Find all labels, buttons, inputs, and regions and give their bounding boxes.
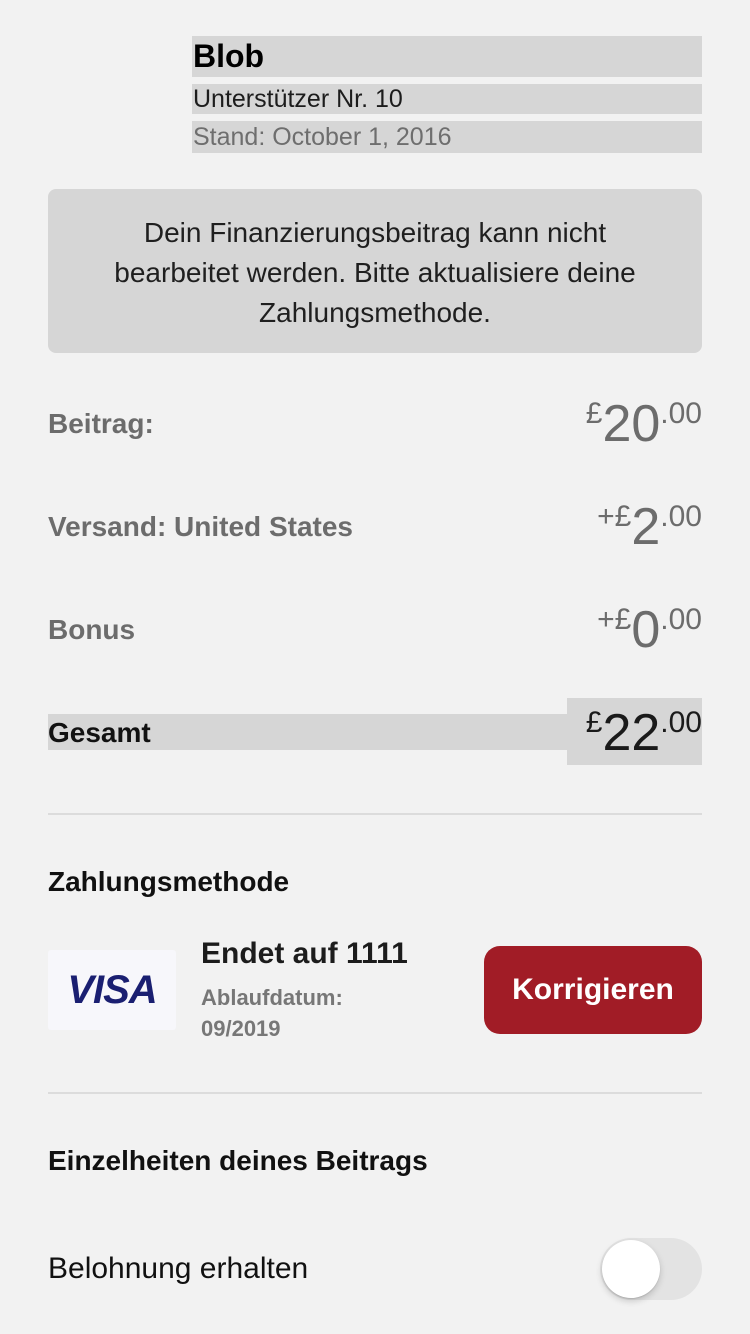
pledge-label: Beitrag: <box>48 408 154 439</box>
card-last-digits: Endet auf 1111 <box>201 937 408 970</box>
expiry-label: Ablaufdatum: <box>201 985 343 1010</box>
alert-message: Dein Finanzierungsbeitrag kann nicht bea… <box>114 217 636 328</box>
expiry-value: 09/2019 <box>201 1016 281 1041</box>
bonus-cents: .00 <box>660 603 702 636</box>
total-amount: £ 22 .00 <box>586 704 702 762</box>
fix-payment-button[interactable]: Korrigieren <box>484 946 702 1034</box>
pledge-currency: £ <box>585 397 603 430</box>
pledge-whole: 20 <box>602 395 661 453</box>
bonus-whole: 0 <box>631 601 661 659</box>
pledge-amount: £ 20 .00 <box>586 395 702 453</box>
bonus-amount: +£ 0 .00 <box>597 601 702 659</box>
reward-toggle-label: Belohnung erhalten <box>48 1252 309 1285</box>
shipping-whole: 2 <box>631 498 661 556</box>
shipping-cents: .00 <box>660 500 702 533</box>
visa-card-logo: VISA <box>48 950 176 1030</box>
bonus-label: Bonus <box>48 614 136 645</box>
shipping-amount: +£ 2 .00 <box>597 498 702 556</box>
total-label: Gesamt <box>48 717 151 748</box>
project-title: Blob <box>192 36 702 77</box>
total-whole: 22 <box>602 704 661 762</box>
bonus-currency: +£ <box>597 603 632 636</box>
divider <box>48 1092 702 1094</box>
pledge-details-title: Einzelheiten deines Beitrags <box>48 1145 428 1176</box>
shipping-label: Versand: United States <box>48 511 353 542</box>
total-currency: £ <box>585 706 603 739</box>
toggle-knob <box>602 1240 660 1298</box>
total-cents: .00 <box>660 706 702 739</box>
status-date: Stand: October 1, 2016 <box>192 121 702 153</box>
visa-icon: VISA <box>67 967 157 1012</box>
reward-toggle[interactable] <box>600 1238 702 1300</box>
payment-error-alert: Dein Finanzierungsbeitrag kann nicht bea… <box>48 189 702 353</box>
backer-number: Unterstützer Nr. 10 <box>192 84 702 114</box>
divider <box>48 813 702 815</box>
pledge-cents: .00 <box>660 397 702 430</box>
shipping-currency: +£ <box>597 500 632 533</box>
payment-method-title: Zahlungsmethode <box>48 866 290 897</box>
